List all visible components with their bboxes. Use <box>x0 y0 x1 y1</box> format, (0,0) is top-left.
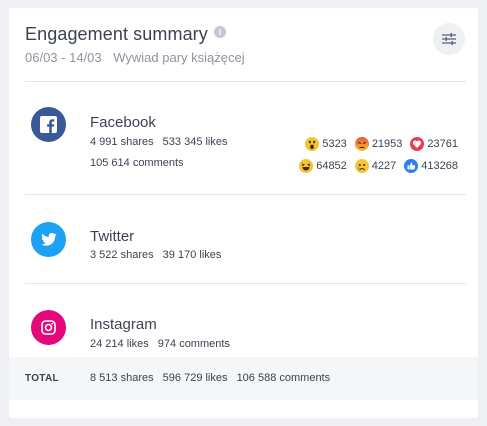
reaction-count: 4227 <box>371 160 397 172</box>
network-name: Twitter <box>90 228 135 245</box>
reaction-sad: 4227 <box>354 159 397 173</box>
sad-icon <box>354 159 369 173</box>
card-title: Engagement summary <box>25 24 208 44</box>
reaction-haha: 64852 <box>299 159 347 173</box>
card-header: Engagement summary i <box>25 24 226 45</box>
reactions-row-2: 64852 4227 413268 <box>291 159 458 173</box>
haha-icon <box>299 159 314 173</box>
comments-count: 974 comments <box>157 338 230 350</box>
reaction-love: 23761 <box>410 137 458 151</box>
network-row-twitter: Twitter 3 522 shares 39 170 likes <box>9 194 478 283</box>
like-icon <box>404 159 419 173</box>
network-name: Instagram <box>90 316 157 333</box>
total-shares: 8 513 shares <box>90 372 154 384</box>
comments-count: 105 614 comments <box>90 157 184 169</box>
likes-count: 39 170 likes <box>162 249 222 261</box>
instagram-stats: 24 214 likes 974 comments <box>90 338 230 350</box>
likes-count: 533 345 likes <box>162 136 228 148</box>
network-name: Facebook <box>90 114 156 131</box>
reaction-wow: 5323 <box>305 137 347 151</box>
filter-settings-button[interactable] <box>433 23 465 55</box>
total-likes: 596 729 likes <box>162 372 228 384</box>
facebook-comments: 105 614 comments <box>90 157 184 169</box>
reactions-row-1: 5323 21953 23761 <box>297 137 458 151</box>
reaction-count: 413268 <box>421 160 458 172</box>
facebook-icon <box>31 107 66 142</box>
total-row: TOTAL 8 513 shares 596 729 likes 106 588… <box>9 357 478 400</box>
facebook-stats: 4 991 shares 533 345 likes <box>90 136 228 148</box>
love-icon <box>410 137 425 151</box>
total-comments: 106 588 comments <box>236 372 331 384</box>
reaction-count: 23761 <box>427 138 458 150</box>
reaction-angry: 21953 <box>354 137 403 151</box>
network-row-facebook: Facebook 4 991 shares 533 345 likes 105 … <box>9 81 478 194</box>
twitter-stats: 3 522 shares 39 170 likes <box>90 249 221 261</box>
network-row-instagram: Instagram 24 214 likes 974 comments <box>9 283 478 357</box>
total-stats: 8 513 shares 596 729 likes 106 588 comme… <box>90 372 330 384</box>
likes-count: 24 214 likes <box>90 338 149 350</box>
project-name: Wywiad pary książęcej <box>113 50 245 65</box>
reaction-like: 413268 <box>404 159 458 173</box>
card-subtitle: 06/03 - 14/03 Wywiad pary książęcej <box>25 50 245 65</box>
date-range: 06/03 - 14/03 <box>25 50 102 65</box>
twitter-icon <box>31 222 66 257</box>
shares-count: 4 991 shares <box>90 136 154 148</box>
total-label: TOTAL <box>25 373 59 384</box>
engagement-summary-card: Engagement summary i 06/03 - 14/03 Wywia… <box>9 8 478 418</box>
angry-icon <box>354 137 369 151</box>
wow-icon <box>305 137 320 151</box>
instagram-icon <box>31 310 66 345</box>
sliders-icon <box>442 33 456 45</box>
info-icon[interactable]: i <box>213 25 226 38</box>
reaction-count: 64852 <box>316 160 347 172</box>
reaction-count: 5323 <box>322 138 347 150</box>
shares-count: 3 522 shares <box>90 249 154 261</box>
reaction-count: 21953 <box>371 138 403 150</box>
